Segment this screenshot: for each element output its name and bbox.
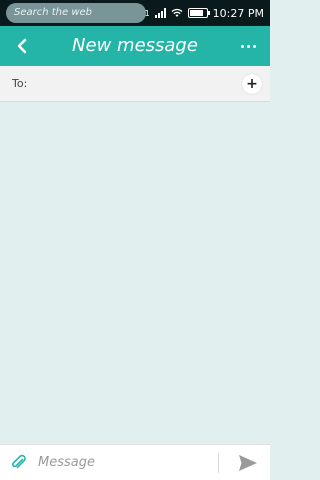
status-indicators: 1 10:27 PM (145, 0, 264, 26)
clock: 10:27 PM (212, 6, 264, 20)
send-button[interactable] (236, 451, 260, 475)
recipient-row[interactable]: To: + (0, 66, 270, 102)
signal-icon (154, 8, 166, 18)
composer-divider (218, 453, 219, 473)
page-title: New message (72, 35, 198, 56)
add-recipient-button[interactable]: + (242, 74, 262, 94)
battery-icon (187, 8, 210, 18)
send-icon (239, 455, 257, 471)
search-web-field[interactable]: Search the web (6, 3, 146, 23)
message-input[interactable] (38, 449, 208, 475)
status-bar: Search the web 1 10:27 PM (0, 0, 270, 26)
more-options-button[interactable] (236, 26, 260, 66)
message-thread-area (0, 102, 270, 444)
network-label: 1 (144, 8, 150, 18)
attach-button[interactable] (8, 451, 30, 473)
wifi-icon (171, 8, 183, 17)
to-label: To: (12, 77, 28, 90)
plus-icon: + (246, 76, 258, 92)
message-composer (0, 444, 270, 480)
app-header: New message (0, 26, 270, 66)
paperclip-icon (12, 454, 26, 469)
more-horizontal-icon (240, 44, 244, 48)
